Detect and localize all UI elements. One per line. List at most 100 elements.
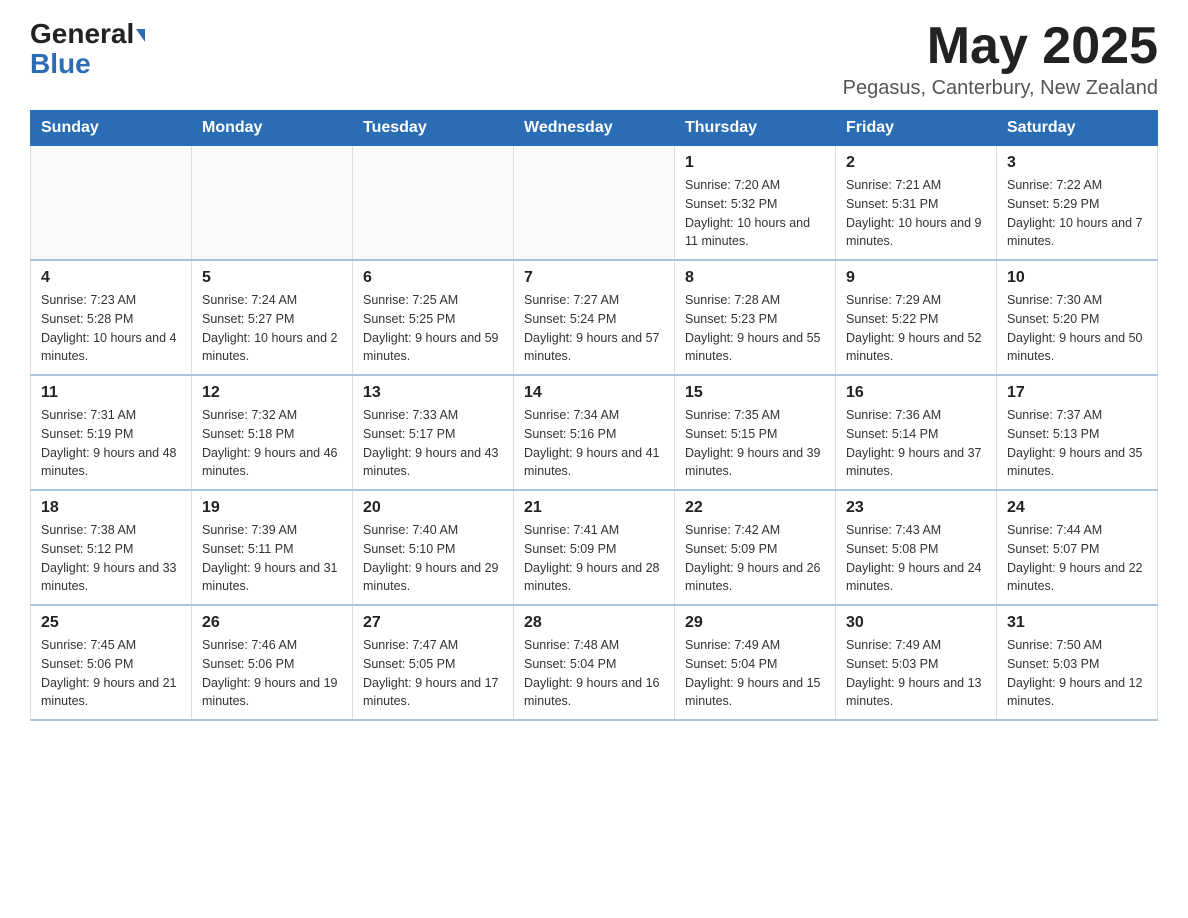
day-info: Sunrise: 7:46 AMSunset: 5:06 PMDaylight:…	[202, 636, 342, 711]
header-day-saturday: Saturday	[997, 111, 1158, 146]
calendar-cell: 7Sunrise: 7:27 AMSunset: 5:24 PMDaylight…	[514, 260, 675, 375]
week-row-1: 4 Sunrise: 7:23 AMSunset: 5:28 PMDaylight…	[31, 260, 1158, 375]
day-number: 1	[685, 154, 825, 172]
day-number: 18	[41, 499, 181, 517]
month-title: May 2025	[843, 20, 1158, 72]
day-number: 9	[846, 269, 986, 287]
calendar-cell: 5Sunrise: 7:24 AMSunset: 5:27 PMDaylight…	[192, 260, 353, 375]
calendar-cell: 10Sunrise: 7:30 AMSunset: 5:20 PMDayligh…	[997, 260, 1158, 375]
day-info: Sunrise: 7:20 AMSunset: 5:32 PMDaylight:…	[685, 176, 825, 251]
day-number: 23	[846, 499, 986, 517]
day-number: 5	[202, 269, 342, 287]
calendar-cell: 16 Sunrise: 7:36 AMSunset: 5:14 PMDayligh…	[836, 375, 997, 490]
day-info: Sunrise: 7:41 AMSunset: 5:09 PMDaylight:…	[524, 521, 664, 596]
calendar-cell: 20 Sunrise: 7:40 AMSunset: 5:10 PMDayligh…	[353, 490, 514, 605]
calendar-cell: 14 Sunrise: 7:34 AMSunset: 5:16 PMDayligh…	[514, 375, 675, 490]
day-number: 24	[1007, 499, 1147, 517]
day-info: Sunrise: 7:37 AMSunset: 5:13 PMDaylight:…	[1007, 406, 1147, 481]
calendar-cell	[31, 146, 192, 261]
calendar-cell: 26 Sunrise: 7:46 AMSunset: 5:06 PMDayligh…	[192, 605, 353, 720]
day-info: Sunrise: 7:33 AMSunset: 5:17 PMDaylight:…	[363, 406, 503, 481]
day-info: Sunrise: 7:36 AMSunset: 5:14 PMDaylight:…	[846, 406, 986, 481]
day-info: Sunrise: 7:38 AMSunset: 5:12 PMDaylight:…	[41, 521, 181, 596]
day-number: 16	[846, 384, 986, 402]
calendar-cell: 17Sunrise: 7:37 AMSunset: 5:13 PMDayligh…	[997, 375, 1158, 490]
calendar-cell: 21 Sunrise: 7:41 AMSunset: 5:09 PMDayligh…	[514, 490, 675, 605]
calendar-cell: 22 Sunrise: 7:42 AMSunset: 5:09 PMDayligh…	[675, 490, 836, 605]
day-number: 2	[846, 154, 986, 172]
day-info: Sunrise: 7:42 AMSunset: 5:09 PMDaylight:…	[685, 521, 825, 596]
day-info: Sunrise: 7:32 AMSunset: 5:18 PMDaylight:…	[202, 406, 342, 481]
calendar-cell: 13Sunrise: 7:33 AMSunset: 5:17 PMDayligh…	[353, 375, 514, 490]
calendar-cell	[353, 146, 514, 261]
day-info: Sunrise: 7:39 AMSunset: 5:11 PMDaylight:…	[202, 521, 342, 596]
day-info: Sunrise: 7:43 AMSunset: 5:08 PMDaylight:…	[846, 521, 986, 596]
day-number: 30	[846, 614, 986, 632]
header-row: SundayMondayTuesdayWednesdayThursdayFrid…	[31, 111, 1158, 146]
header-day-thursday: Thursday	[675, 111, 836, 146]
day-number: 19	[202, 499, 342, 517]
calendar-cell: 6 Sunrise: 7:25 AMSunset: 5:25 PMDaylight…	[353, 260, 514, 375]
day-number: 11	[41, 384, 181, 402]
day-info: Sunrise: 7:49 AMSunset: 5:03 PMDaylight:…	[846, 636, 986, 711]
day-number: 20	[363, 499, 503, 517]
day-info: Sunrise: 7:22 AMSunset: 5:29 PMDaylight:…	[1007, 176, 1147, 251]
calendar-cell: 23 Sunrise: 7:43 AMSunset: 5:08 PMDayligh…	[836, 490, 997, 605]
day-number: 26	[202, 614, 342, 632]
logo-blue: Blue	[30, 48, 91, 80]
day-number: 25	[41, 614, 181, 632]
calendar-cell: 1 Sunrise: 7:20 AMSunset: 5:32 PMDaylight…	[675, 146, 836, 261]
day-info: Sunrise: 7:29 AMSunset: 5:22 PMDaylight:…	[846, 291, 986, 366]
day-number: 12	[202, 384, 342, 402]
day-info: Sunrise: 7:47 AMSunset: 5:05 PMDaylight:…	[363, 636, 503, 711]
calendar-cell: 27Sunrise: 7:47 AMSunset: 5:05 PMDayligh…	[353, 605, 514, 720]
page-header: General Blue May 2025 Pegasus, Canterbur…	[30, 20, 1158, 100]
calendar-cell: 31 Sunrise: 7:50 AMSunset: 5:03 PMDayligh…	[997, 605, 1158, 720]
calendar-cell	[514, 146, 675, 261]
calendar-cell: 12 Sunrise: 7:32 AMSunset: 5:18 PMDayligh…	[192, 375, 353, 490]
calendar-cell: 8 Sunrise: 7:28 AMSunset: 5:23 PMDaylight…	[675, 260, 836, 375]
calendar-cell	[192, 146, 353, 261]
day-info: Sunrise: 7:28 AMSunset: 5:23 PMDaylight:…	[685, 291, 825, 366]
day-number: 28	[524, 614, 664, 632]
day-number: 21	[524, 499, 664, 517]
day-info: Sunrise: 7:27 AMSunset: 5:24 PMDaylight:…	[524, 291, 664, 366]
week-row-3: 18 Sunrise: 7:38 AMSunset: 5:12 PMDayligh…	[31, 490, 1158, 605]
header-day-tuesday: Tuesday	[353, 111, 514, 146]
week-row-4: 25 Sunrise: 7:45 AMSunset: 5:06 PMDayligh…	[31, 605, 1158, 720]
day-number: 22	[685, 499, 825, 517]
day-number: 3	[1007, 154, 1147, 172]
logo-general: General	[30, 20, 145, 48]
header-day-wednesday: Wednesday	[514, 111, 675, 146]
calendar-cell: 2 Sunrise: 7:21 AMSunset: 5:31 PMDaylight…	[836, 146, 997, 261]
day-info: Sunrise: 7:31 AMSunset: 5:19 PMDaylight:…	[41, 406, 181, 481]
day-info: Sunrise: 7:23 AMSunset: 5:28 PMDaylight:…	[41, 291, 181, 366]
day-number: 8	[685, 269, 825, 287]
header-day-friday: Friday	[836, 111, 997, 146]
day-info: Sunrise: 7:25 AMSunset: 5:25 PMDaylight:…	[363, 291, 503, 366]
day-info: Sunrise: 7:21 AMSunset: 5:31 PMDaylight:…	[846, 176, 986, 251]
calendar-cell: 19 Sunrise: 7:39 AMSunset: 5:11 PMDayligh…	[192, 490, 353, 605]
calendar-cell: 15Sunrise: 7:35 AMSunset: 5:15 PMDayligh…	[675, 375, 836, 490]
day-info: Sunrise: 7:48 AMSunset: 5:04 PMDaylight:…	[524, 636, 664, 711]
day-number: 14	[524, 384, 664, 402]
calendar-cell: 25 Sunrise: 7:45 AMSunset: 5:06 PMDayligh…	[31, 605, 192, 720]
calendar-cell: 9 Sunrise: 7:29 AMSunset: 5:22 PMDaylight…	[836, 260, 997, 375]
day-info: Sunrise: 7:34 AMSunset: 5:16 PMDaylight:…	[524, 406, 664, 481]
day-info: Sunrise: 7:35 AMSunset: 5:15 PMDaylight:…	[685, 406, 825, 481]
week-row-2: 11 Sunrise: 7:31 AMSunset: 5:19 PMDayligh…	[31, 375, 1158, 490]
calendar-cell: 24Sunrise: 7:44 AMSunset: 5:07 PMDayligh…	[997, 490, 1158, 605]
calendar-cell: 18 Sunrise: 7:38 AMSunset: 5:12 PMDayligh…	[31, 490, 192, 605]
week-row-0: 1 Sunrise: 7:20 AMSunset: 5:32 PMDaylight…	[31, 146, 1158, 261]
day-info: Sunrise: 7:49 AMSunset: 5:04 PMDaylight:…	[685, 636, 825, 711]
day-info: Sunrise: 7:40 AMSunset: 5:10 PMDaylight:…	[363, 521, 503, 596]
day-number: 10	[1007, 269, 1147, 287]
calendar-body: 1 Sunrise: 7:20 AMSunset: 5:32 PMDaylight…	[31, 146, 1158, 721]
day-number: 4	[41, 269, 181, 287]
day-info: Sunrise: 7:50 AMSunset: 5:03 PMDaylight:…	[1007, 636, 1147, 711]
day-info: Sunrise: 7:45 AMSunset: 5:06 PMDaylight:…	[41, 636, 181, 711]
day-number: 31	[1007, 614, 1147, 632]
calendar-cell: 3 Sunrise: 7:22 AMSunset: 5:29 PMDaylight…	[997, 146, 1158, 261]
day-number: 6	[363, 269, 503, 287]
header-day-sunday: Sunday	[31, 111, 192, 146]
